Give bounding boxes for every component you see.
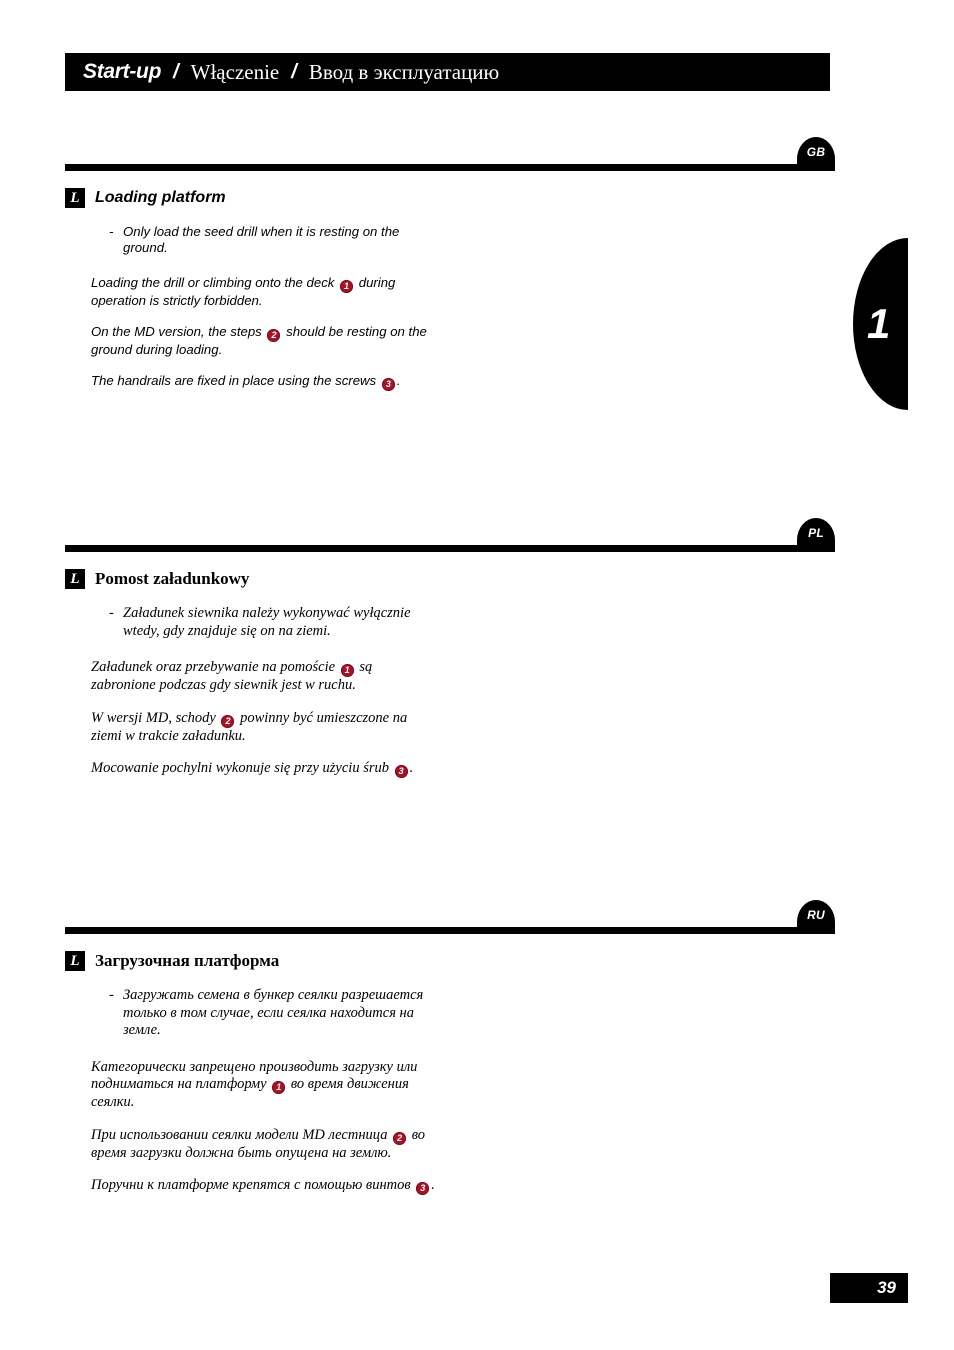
paragraph-2-pl: W wersji MD, schody 2 powinny być umiesz… xyxy=(91,710,436,746)
title-separator-2: / xyxy=(291,60,297,83)
paragraph-1-pl-part-a: Załadunek oraz przebywanie na pomoście xyxy=(91,659,336,675)
section-marker-icon-pl: L xyxy=(65,569,85,589)
bullet-dash-pl: - xyxy=(109,605,114,621)
bullet-text-gb: Only load the seed drill when it is rest… xyxy=(123,224,400,255)
page-number-box: 39 xyxy=(830,1273,908,1303)
paragraph-1-gb-part-a: Loading the drill or climbing onto the d… xyxy=(91,275,335,290)
paragraph-3-pl-part-b: . xyxy=(409,760,414,776)
section-rule-row-ru: RU xyxy=(0,900,954,940)
language-badge-pl-label: PL xyxy=(808,526,824,540)
section-heading-pl: L Pomost załadunkowy xyxy=(65,566,954,592)
paragraph-3-pl: Mocowanie pochylni wykonuje się przy uży… xyxy=(91,760,436,778)
paragraph-3-gb-part-a: The handrails are fixed in place using t… xyxy=(91,373,377,388)
language-badge-gb: GB xyxy=(797,137,835,171)
bullet-dash-gb: - xyxy=(109,224,114,239)
paragraph-2-pl-part-a: W wersji MD, schody xyxy=(91,709,216,726)
section-title-pl: Pomost załadunkowy xyxy=(95,569,250,588)
language-badge-ru: RU xyxy=(797,900,835,934)
bullet-text-ru: Загружать семена в бункер сеялки разреша… xyxy=(123,987,424,1038)
page-title-bar: Start-up / Włączenie / Ввод в эксплуатац… xyxy=(65,53,830,91)
paragraph-2-gb: On the MD version, the steps 2 should be… xyxy=(91,324,436,358)
section-marker-icon-ru: L xyxy=(65,951,85,971)
page-number: 39 xyxy=(877,1278,896,1297)
paragraph-3-ru: Поручни к платформе крепятся с помощью в… xyxy=(91,1177,436,1195)
body-column-ru: - Загружать семена в бункер сеялки разре… xyxy=(91,987,436,1195)
callout-ref-1-pl: 1 xyxy=(340,664,354,677)
title-separator-1: / xyxy=(173,60,179,83)
language-section-pl: PL L Pomost załadunkowy - Załadunek siew… xyxy=(0,518,954,778)
section-heading-gb: L Loading platform xyxy=(65,185,954,211)
language-badge-pl: PL xyxy=(797,518,835,552)
paragraph-1-pl: Załadunek oraz przebywanie na pomoście 1… xyxy=(91,659,436,695)
section-divider-ru xyxy=(65,927,830,934)
paragraph-3-gb-part-b: . xyxy=(396,373,401,388)
callout-ref-1-ru: 1 xyxy=(272,1081,286,1094)
section-marker-icon-gb: L xyxy=(65,188,85,208)
section-heading-ru: L Загрузочная платформа xyxy=(65,948,954,974)
language-badge-ru-label: RU xyxy=(807,908,825,922)
paragraph-3-ru-part-b: . xyxy=(431,1177,435,1193)
language-section-gb: GB L Loading platform - Only load the se… xyxy=(0,137,954,391)
paragraph-3-gb: The handrails are fixed in place using t… xyxy=(91,373,436,391)
paragraph-1-gb: Loading the drill or climbing onto the d… xyxy=(91,275,436,309)
paragraph-1-ru: Категорически запрещено производить загр… xyxy=(91,1059,436,1112)
section-title-gb: Loading platform xyxy=(95,189,226,206)
section-rule-row-pl: PL xyxy=(0,518,954,558)
bullet-item-ru: - Загружать семена в бункер сеялки разре… xyxy=(109,987,436,1040)
bullet-dash-ru: - xyxy=(109,987,114,1003)
callout-ref-2-pl: 2 xyxy=(221,714,235,728)
callout-ref-2-gb: 2 xyxy=(267,329,281,342)
paragraph-2-gb-part-a: On the MD version, the steps xyxy=(91,324,262,339)
body-column-pl: - Załadunek siewnika należy wykonywać wy… xyxy=(91,605,436,778)
paragraph-2-ru-part-a: При использовании сеялки модели MD лестн… xyxy=(91,1126,388,1143)
page-title-english: Start-up xyxy=(83,60,162,83)
section-divider-gb xyxy=(65,164,830,171)
callout-ref-3-gb: 3 xyxy=(381,378,395,391)
paragraph-2-ru: При использовании сеялки модели MD лестн… xyxy=(91,1127,436,1163)
language-section-ru: RU L Загрузочная платформа - Загружать с… xyxy=(0,900,954,1195)
bullet-text-pl: Załadunek siewnika należy wykonywać wyłą… xyxy=(123,605,411,639)
body-column-gb: - Only load the seed drill when it is re… xyxy=(91,224,436,391)
callout-ref-2-ru: 2 xyxy=(393,1131,407,1145)
page-title-russian: Ввод в эксплуатацию xyxy=(308,59,500,84)
page-title-polish: Włączenie xyxy=(190,59,280,84)
callout-ref-1-gb: 1 xyxy=(340,280,354,293)
callout-ref-3-ru: 3 xyxy=(416,1182,430,1195)
section-divider-pl xyxy=(65,545,830,552)
bullet-item-gb: - Only load the seed drill when it is re… xyxy=(109,224,436,256)
section-rule-row-gb: GB xyxy=(0,137,954,177)
language-badge-gb-label: GB xyxy=(806,145,826,159)
paragraph-3-pl-part-a: Mocowanie pochylni wykonuje się przy uży… xyxy=(91,760,389,776)
paragraph-3-ru-part-a: Поручни к платформе крепятся с помощью в… xyxy=(91,1177,411,1193)
bullet-item-pl: - Załadunek siewnika należy wykonywać wy… xyxy=(109,605,436,640)
callout-ref-3-pl: 3 xyxy=(394,765,408,778)
section-title-ru: Загрузочная платформа xyxy=(95,951,280,970)
